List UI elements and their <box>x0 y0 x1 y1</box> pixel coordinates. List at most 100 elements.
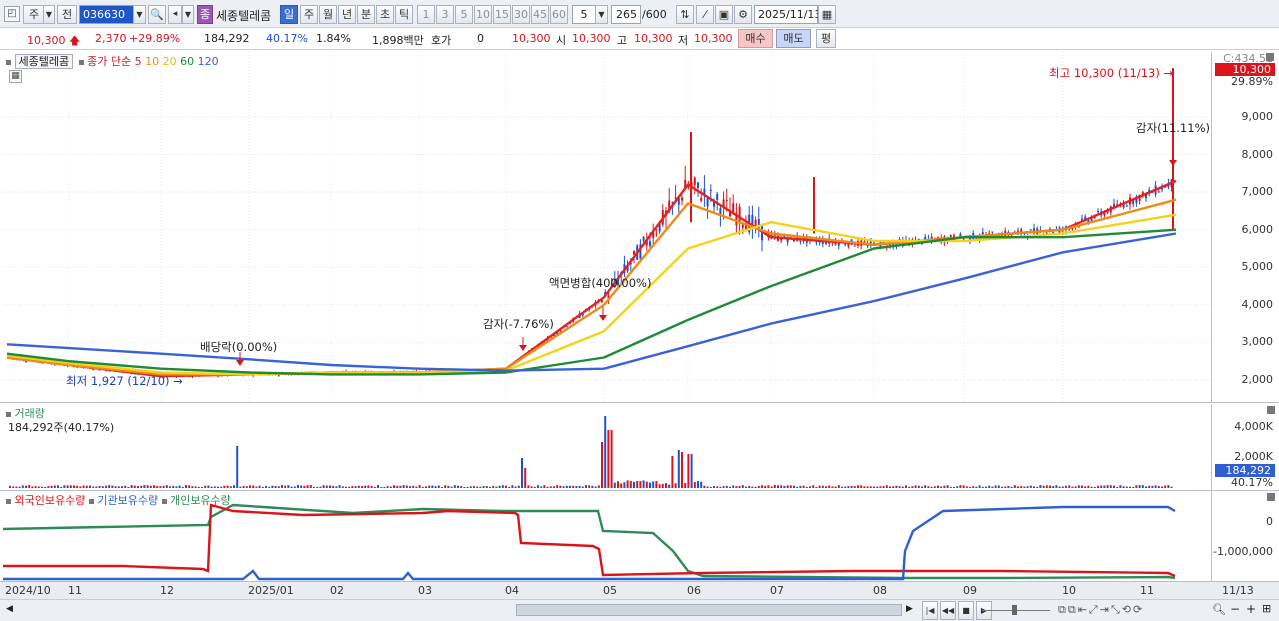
zoom-icon[interactable]: 🔍︎ <box>1212 603 1226 616</box>
market-select[interactable]: 주 <box>23 5 45 24</box>
volume-bar <box>204 485 207 488</box>
volume-bar <box>661 483 664 488</box>
panel-close-icon[interactable] <box>1267 493 1275 501</box>
interval-10-button[interactable]: 10 <box>474 5 492 24</box>
stop-icon[interactable]: ■ <box>958 601 974 620</box>
legend-ma10[interactable]: 10 <box>145 55 159 68</box>
price-y-axis[interactable]: C:434.51 10,300 29.89% 9,000 8,000 7,000… <box>1211 52 1277 402</box>
code-dropdown-icon[interactable]: ▼ <box>133 5 146 24</box>
volume-bar <box>773 485 776 488</box>
legend-ma-prefix[interactable]: 종가 단순 <box>87 55 131 68</box>
drawing-tool-icon[interactable]: ⁄ <box>696 5 714 24</box>
zoom-slider-handle[interactable] <box>1012 605 1017 615</box>
legend-foreign[interactable]: 외국인보유수량 <box>15 494 86 507</box>
stock-code-input[interactable]: 036630 <box>79 5 134 24</box>
legend-ma20[interactable]: 20 <box>163 55 177 68</box>
settings-gear-icon[interactable]: ⚙ <box>734 5 752 24</box>
interval-1-button[interactable]: 1 <box>417 5 435 24</box>
volume-bar <box>409 486 411 488</box>
holdings-panel[interactable]: 외국인보유수량 기관보유수량 개인보유수량 <box>3 491 1211 581</box>
legend-ma60[interactable]: 60 <box>180 55 194 68</box>
panel-close-icon[interactable] <box>1266 53 1274 61</box>
volume-bar <box>415 486 418 488</box>
first-page-icon[interactable]: |◀ <box>922 601 938 620</box>
legend-individual[interactable]: 개인보유수량 <box>170 494 231 507</box>
panel-close-icon[interactable] <box>1267 406 1275 414</box>
sell-button[interactable]: 매도 <box>776 29 811 48</box>
market-dropdown-icon[interactable]: ▼ <box>43 5 55 24</box>
turnover-rate: 1.84% <box>316 32 351 45</box>
period-year-button[interactable]: 년 <box>338 5 356 24</box>
avg-button[interactable]: 평 <box>816 29 836 48</box>
volume-bar <box>501 485 504 488</box>
scroll-left-icon[interactable]: ◀ <box>6 604 13 614</box>
y-tick: 7,000 <box>1241 185 1274 198</box>
calendar-icon[interactable]: ▦ <box>818 5 836 24</box>
horizontal-scrollbar-thumb[interactable] <box>516 604 902 616</box>
period-tick-button[interactable]: 틱 <box>395 5 413 24</box>
volume-bar <box>978 485 981 488</box>
x-label: 06 <box>687 584 701 597</box>
volume-bar <box>69 485 72 488</box>
scroll-right-icon[interactable]: ▶ <box>906 604 913 614</box>
search-icon[interactable]: 🔍 <box>148 5 166 24</box>
panel-divider[interactable] <box>0 402 1279 403</box>
fit-icon[interactable]: ⊞ <box>1262 602 1271 615</box>
calculator-icon[interactable]: ▦ <box>9 70 22 83</box>
volume-bar <box>645 481 648 488</box>
volume-bar <box>847 486 850 488</box>
volume-bar <box>101 486 104 488</box>
date-input[interactable]: 2025/11/13 <box>754 5 821 24</box>
volume-bar <box>559 485 562 488</box>
period-day-button[interactable]: 일 <box>280 5 298 24</box>
legend-ma5[interactable]: 5 <box>135 55 142 68</box>
period-minute-button[interactable]: 분 <box>357 5 375 24</box>
volume-bar <box>1039 485 1042 488</box>
buy-button[interactable]: 매수 <box>738 29 773 48</box>
price-chart-panel[interactable]: 세종텔레콤 종가 단순 5 10 20 60 120 ▦ 최고 10,300 (… <box>3 52 1211 402</box>
prev-button[interactable]: 전 <box>57 5 77 24</box>
interval-5-button[interactable]: 5 <box>455 5 473 24</box>
period-second-button[interactable]: 초 <box>376 5 394 24</box>
sound-dropdown-icon[interactable]: ▼ <box>182 5 194 24</box>
interval-input[interactable]: 5 <box>572 5 596 24</box>
annotation-low-text: 최저 1,927 (12/10) <box>66 374 170 388</box>
interval-3-button[interactable]: 3 <box>436 5 454 24</box>
legend-institution[interactable]: 기관보유수량 <box>97 494 158 507</box>
interval-30-button[interactable]: 30 <box>512 5 530 24</box>
volume-bar <box>565 485 568 488</box>
volume-y-axis[interactable]: 4,000K 2,000K 184,292 40.17% <box>1211 404 1277 490</box>
window-menu-icon[interactable]: ◰ <box>4 6 20 22</box>
volume-bar <box>709 486 712 488</box>
holdings-y-axis[interactable]: 0 -1,000,000 <box>1211 491 1277 581</box>
count-input[interactable]: 265 <box>611 5 641 24</box>
volume-bar <box>44 486 47 488</box>
interval-dropdown-icon[interactable]: ▼ <box>595 5 608 24</box>
volume-bar <box>284 485 287 488</box>
volume-bar <box>265 486 267 488</box>
change-percent: +29.89% <box>129 32 181 45</box>
volume-bar <box>764 485 767 488</box>
x-last-date: 11/13 <box>1222 584 1254 597</box>
sound-icon[interactable]: ◂ <box>168 5 182 24</box>
toolbar-icons[interactable]: ⧉⧉⇤⤢⇥⤡⟲⟳ <box>1058 603 1144 617</box>
save-icon[interactable]: ▣ <box>715 5 733 24</box>
legend-stock-name[interactable]: 세종텔레콤 <box>14 54 74 69</box>
volume-bar <box>418 485 421 488</box>
y-tick: 5,000 <box>1241 260 1274 273</box>
period-month-button[interactable]: 월 <box>319 5 337 24</box>
interval-60-button[interactable]: 60 <box>550 5 568 24</box>
chart-type-icon[interactable]: ⇅ <box>676 5 694 24</box>
interval-45-button[interactable]: 45 <box>531 5 549 24</box>
zoom-out-icon[interactable]: − <box>1230 602 1240 616</box>
period-week-button[interactable]: 주 <box>300 5 318 24</box>
volume-bar <box>357 485 360 488</box>
prev-page-icon[interactable]: ◀◀ <box>940 601 956 620</box>
interval-15-button[interactable]: 15 <box>493 5 511 24</box>
legend-ma120[interactable]: 120 <box>198 55 219 68</box>
volume-panel[interactable]: 거래량 184,292주(40.17%) <box>3 404 1211 490</box>
x-axis[interactable] <box>0 581 1279 599</box>
candle-body <box>697 182 699 188</box>
volume-bar <box>962 485 965 488</box>
zoom-in-icon[interactable]: + <box>1246 602 1256 616</box>
